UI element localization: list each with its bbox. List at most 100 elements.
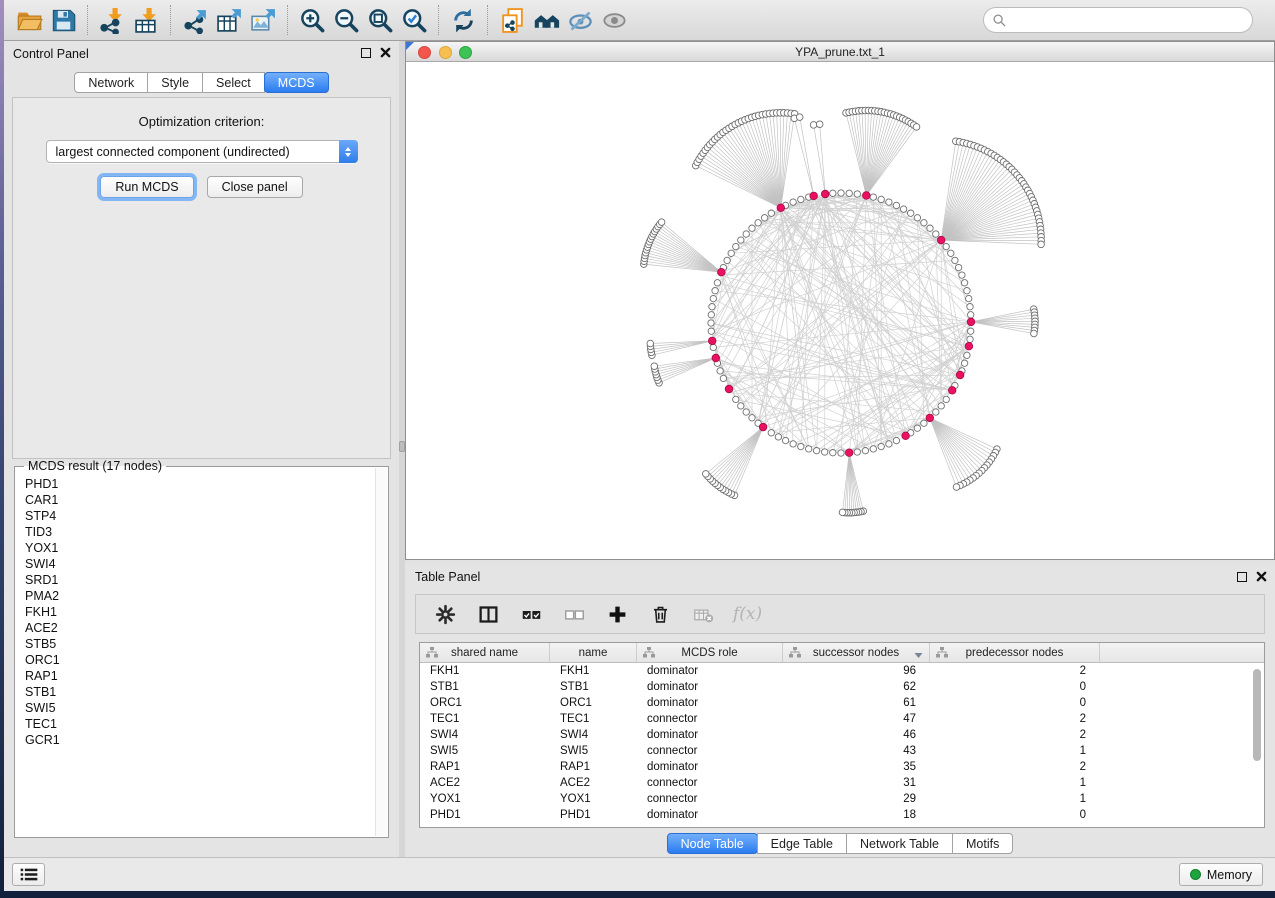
window-minimize-icon[interactable] — [439, 46, 452, 59]
mcds-result-item[interactable]: TID3 — [25, 524, 374, 540]
criterion-select[interactable]: largest connected component (undirected) — [46, 140, 358, 163]
table-row[interactable]: STB1STB1dominator620 — [420, 679, 1264, 695]
window-maximize-icon[interactable] — [459, 46, 472, 59]
mcds-panel: Optimization criterion: largest connecte… — [12, 97, 391, 459]
table-row[interactable]: SWI5SWI5connector431 — [420, 743, 1264, 759]
tab-mcds[interactable]: MCDS — [264, 72, 329, 93]
cell: 2 — [930, 663, 1100, 679]
mcds-result-item[interactable]: STB5 — [25, 636, 374, 652]
column-header-successor-nodes[interactable]: successor nodes — [783, 643, 930, 662]
column-header-shared-name[interactable]: shared name — [420, 643, 550, 662]
tab-style[interactable]: Style — [147, 72, 203, 93]
export-network-button[interactable] — [178, 4, 212, 36]
mcds-result-item[interactable]: RAP1 — [25, 668, 374, 684]
function-builder-button[interactable]: f(x) — [733, 604, 762, 624]
close-panel-icon[interactable] — [380, 47, 391, 58]
mcds-result-item[interactable]: SWI4 — [25, 556, 374, 572]
mcds-list-scrollbar[interactable] — [375, 468, 387, 836]
tab-network-table[interactable]: Network Table — [846, 833, 953, 854]
zoom-selected-button[interactable] — [397, 4, 431, 36]
table-row[interactable]: TEC1TEC1connector472 — [420, 711, 1264, 727]
column-label: predecessor nodes — [966, 647, 1064, 659]
select-all-button[interactable] — [518, 601, 544, 627]
mcds-result-item[interactable]: TEC1 — [25, 716, 374, 732]
column-label: shared name — [451, 647, 518, 659]
mcds-result-item[interactable]: STP4 — [25, 508, 374, 524]
network-window-titlebar[interactable]: YPA_prune.txt_1 — [406, 42, 1274, 62]
task-history-button[interactable] — [12, 863, 45, 886]
refresh-button[interactable] — [446, 4, 480, 36]
mcds-result-item[interactable]: SWI5 — [25, 700, 374, 716]
copy-style-button[interactable] — [495, 4, 529, 36]
show-elements-button[interactable] — [597, 4, 631, 36]
column-header-MCDS-role[interactable]: MCDS role — [637, 643, 783, 662]
mcds-result-item[interactable]: CAR1 — [25, 492, 374, 508]
table-row[interactable]: RAP1RAP1dominator352 — [420, 759, 1264, 775]
import-network-button[interactable] — [95, 4, 129, 36]
cell: STB1 — [420, 679, 550, 695]
table-row[interactable]: SWI4SWI4dominator462 — [420, 727, 1264, 743]
table-toolbar: f(x) — [415, 594, 1265, 634]
float-panel-icon[interactable] — [1237, 572, 1247, 582]
export-table-icon — [216, 7, 243, 34]
open-file-button[interactable] — [12, 4, 46, 36]
mcds-result-box: MCDS result (17 nodes) PHD1CAR1STP4TID3Y… — [14, 466, 389, 838]
search-input[interactable] — [1011, 13, 1243, 27]
tab-edge-table[interactable]: Edge Table — [757, 833, 847, 854]
delete-table-button[interactable] — [690, 601, 716, 627]
mcds-result-item[interactable]: PHD1 — [25, 476, 374, 492]
tab-select[interactable]: Select — [202, 72, 265, 93]
mcds-result-item[interactable]: YOX1 — [25, 540, 374, 556]
zoom-fit-button[interactable] — [363, 4, 397, 36]
table-row[interactable]: PHD1PHD1dominator180 — [420, 807, 1264, 823]
export-table-button[interactable] — [212, 4, 246, 36]
mcds-result-item[interactable]: FKH1 — [25, 604, 374, 620]
list-icon — [19, 867, 39, 882]
export-image-button[interactable] — [246, 4, 280, 36]
trash-icon — [650, 604, 671, 625]
table-scrollbar[interactable] — [1253, 665, 1262, 823]
table-scrollbar-thumb[interactable] — [1253, 669, 1261, 761]
cell: dominator — [637, 759, 783, 775]
cell: YOX1 — [420, 791, 550, 807]
hide-elements-button[interactable] — [563, 4, 597, 36]
window-close-icon[interactable] — [418, 46, 431, 59]
zoom-out-button[interactable] — [329, 4, 363, 36]
close-panel-button[interactable]: Close panel — [207, 176, 303, 198]
search-field[interactable] — [983, 7, 1253, 33]
cell: 0 — [930, 807, 1100, 823]
mcds-result-item[interactable]: SRD1 — [25, 572, 374, 588]
tab-node-table[interactable]: Node Table — [667, 833, 758, 854]
tab-network[interactable]: Network — [74, 72, 148, 93]
table-settings-button[interactable] — [432, 601, 458, 627]
column-header-name[interactable]: name — [550, 643, 637, 662]
close-panel-icon[interactable] — [1256, 571, 1267, 582]
float-panel-icon[interactable] — [361, 48, 371, 58]
cell: 1 — [930, 743, 1100, 759]
cell: SWI4 — [420, 727, 550, 743]
table-row[interactable]: ACE2ACE2connector311 — [420, 775, 1264, 791]
save-button[interactable] — [46, 4, 80, 36]
mcds-result-item[interactable]: ACE2 — [25, 620, 374, 636]
home-view-button[interactable] — [529, 4, 563, 36]
deselect-all-button[interactable] — [561, 601, 587, 627]
table-row[interactable]: FKH1FKH1dominator962 — [420, 663, 1264, 679]
refresh-icon — [450, 7, 477, 34]
add-column-button[interactable] — [604, 601, 630, 627]
run-mcds-button[interactable]: Run MCDS — [100, 176, 193, 198]
show-columns-button[interactable] — [475, 601, 501, 627]
delete-column-button[interactable] — [647, 601, 673, 627]
mcds-result-item[interactable]: STB1 — [25, 684, 374, 700]
network-canvas[interactable] — [406, 62, 1274, 559]
import-table-button[interactable] — [129, 4, 163, 36]
table-row[interactable]: YOX1YOX1connector291 — [420, 791, 1264, 807]
column-header-predecessor-nodes[interactable]: predecessor nodes — [930, 643, 1100, 662]
toolbar-separator — [287, 5, 288, 35]
tab-motifs[interactable]: Motifs — [952, 833, 1013, 854]
zoom-in-button[interactable] — [295, 4, 329, 36]
mcds-result-item[interactable]: GCR1 — [25, 732, 374, 748]
table-row[interactable]: ORC1ORC1dominator610 — [420, 695, 1264, 711]
mcds-result-item[interactable]: PMA2 — [25, 588, 374, 604]
mcds-result-item[interactable]: ORC1 — [25, 652, 374, 668]
memory-button[interactable]: Memory — [1179, 863, 1263, 886]
